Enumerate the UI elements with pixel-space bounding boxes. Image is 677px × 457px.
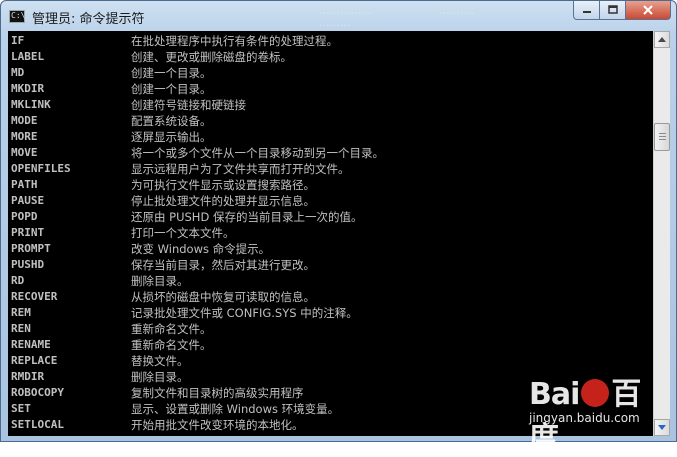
command-name: SET (11, 402, 31, 415)
command-description: 重新命名文件。 (131, 338, 212, 352)
minimize-button[interactable] (573, 1, 600, 20)
command-name: REPLACE (11, 354, 58, 367)
command-name: MKDIR (11, 82, 45, 95)
command-description: 显示、设置或删除 Windows 环境变量。 (131, 402, 340, 416)
command-description: 还原由 PUSHD 保存的当前目录上一次的值。 (131, 210, 363, 224)
arrow-up-icon (658, 37, 666, 42)
command-description: 开始用批文件改变环境的本地化。 (131, 418, 304, 432)
command-name: IF (11, 34, 25, 47)
command-name: SETLOCAL (11, 418, 64, 431)
title-ghost-text: .......... (439, 4, 474, 17)
command-description: 打印一个文本文件。 (131, 226, 235, 240)
command-prompt-window: C:\ 管理员: 命令提示符 ............... .........… (0, 0, 677, 456)
command-name: MKLINK (11, 98, 51, 111)
command-description: 替换文件。 (131, 354, 189, 368)
command-description: 改变 Windows 命令提示。 (131, 242, 271, 256)
command-description: 停止批处理文件的处理并显示信息。 (131, 194, 315, 208)
command-name: REM (11, 306, 31, 319)
command-description: 逐屏显示输出。 (131, 130, 212, 144)
command-name: LABEL (11, 50, 45, 63)
close-icon (643, 5, 653, 15)
command-description: 重新命名文件。 (131, 322, 212, 336)
command-name: PAUSE (11, 194, 45, 207)
title-bar[interactable]: C:\ 管理员: 命令提示符 ............... .........… (1, 1, 676, 31)
title-ghost-text: ......... (319, 16, 351, 29)
close-button[interactable] (626, 1, 671, 20)
caption-buttons (573, 1, 671, 21)
command-description: 创建一个目录。 (131, 66, 212, 80)
command-name: PUSHD (11, 258, 45, 271)
arrow-down-icon (658, 425, 666, 430)
command-name: PRINT (11, 226, 45, 239)
command-description: 保存当前目录，然后对其进行更改。 (131, 258, 315, 272)
vertical-scrollbar[interactable] (653, 31, 670, 436)
scroll-down-button[interactable] (654, 419, 670, 436)
command-name: MODE (11, 114, 38, 127)
command-description: 将一个或多个文件从一个目录移动到另一个目录。 (131, 146, 384, 160)
console-output[interactable]: IF 在批处理程序中执行有条件的处理过程。 LABEL 创建、更改或删除磁盘的卷标。 M… (8, 31, 653, 436)
minimize-icon (582, 11, 591, 13)
command-description: 删除目录。 (131, 370, 189, 384)
command-description: 显示远程用户为了文件共享而打开的文件。 (131, 162, 350, 176)
command-name: REN (11, 322, 31, 335)
command-name: PATH (11, 178, 38, 191)
command-description: 删除目录。 (131, 274, 189, 288)
command-description: 创建符号链接和硬链接 (131, 98, 246, 112)
command-name: PROMPT (11, 242, 51, 255)
command-name: OPENFILES (11, 162, 71, 175)
command-description: 创建一个目录。 (131, 82, 212, 96)
command-name: ROBOCOPY (11, 386, 64, 399)
command-description: 记录批处理文件或 CONFIG.SYS 中的注释。 (131, 306, 358, 320)
command-name: RENAME (11, 338, 51, 351)
maximize-icon (607, 5, 618, 14)
command-description: 在批处理程序中执行有条件的处理过程。 (131, 34, 338, 48)
command-name: RMDIR (11, 370, 45, 383)
maximize-button[interactable] (600, 1, 626, 20)
cmd-app-icon[interactable]: C:\ (9, 10, 25, 23)
command-description: 从损坏的磁盘中恢复可读取的信息。 (131, 290, 315, 304)
command-name: RD (11, 274, 25, 287)
scroll-up-button[interactable] (654, 31, 670, 48)
command-name: MORE (11, 130, 38, 143)
command-name: MOVE (11, 146, 38, 159)
scrollbar-thumb[interactable] (654, 123, 670, 151)
command-name: RECOVER (11, 290, 58, 303)
command-description: 为可执行文件显示或设置搜索路径。 (131, 178, 315, 192)
command-description: 复制文件和目录树的高级实用程序 (131, 386, 304, 400)
window-title: 管理员: 命令提示符 (32, 12, 145, 27)
command-description: 配置系统设备。 (131, 114, 212, 128)
command-name: MD (11, 66, 25, 79)
command-description: 创建、更改或删除磁盘的卷标。 (131, 50, 292, 64)
command-name: POPD (11, 210, 38, 223)
